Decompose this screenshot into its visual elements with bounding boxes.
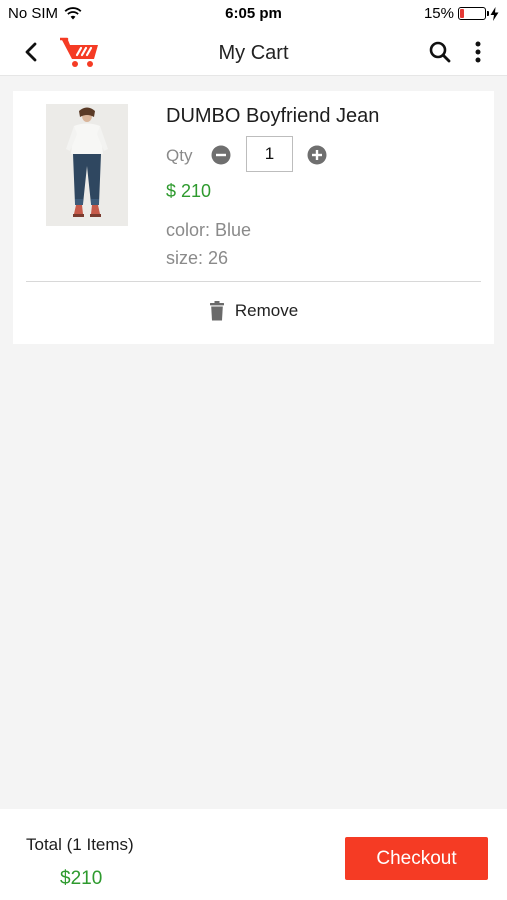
divider [26,281,481,282]
trash-icon [209,301,224,321]
item-color: color: Blue [166,220,252,240]
remove-label: Remove [234,301,299,320]
qty-label: Qty [166,146,193,165]
status-right: 15% [424,5,499,22]
status-bar: No SIM 6:05 pm 15% [0,0,507,28]
total-amount: $210 [60,868,103,889]
quantity-field[interactable] [246,136,293,172]
item-price: $ 210 [166,181,212,201]
more-vertical-icon[interactable] [465,39,491,65]
minus-circle-icon[interactable] [211,145,231,165]
battery-level-fill [460,9,464,18]
plus-circle-icon[interactable] [307,145,327,165]
battery-percent: 15% [423,5,454,22]
jeans-model-photo [46,104,128,226]
checkout-button[interactable]: Checkout [345,837,488,880]
product-image[interactable] [46,104,128,226]
cart-item-card: DUMBO Boyfriend Jean Qty $ 210 color: Bl… [13,91,494,344]
bottom-summary-bar: Total (1 Items) $210 Checkout [0,809,507,900]
charging-bolt-icon [490,6,499,21]
nav-bar: My Cart [0,28,507,76]
item-size: size: 26 [166,248,229,268]
search-icon[interactable] [427,39,453,65]
battery-icon [458,7,489,20]
total-label: Total (1 Items) [26,835,134,854]
product-name[interactable]: DUMBO Boyfriend Jean [166,105,379,128]
remove-button[interactable]: Remove [13,301,494,321]
